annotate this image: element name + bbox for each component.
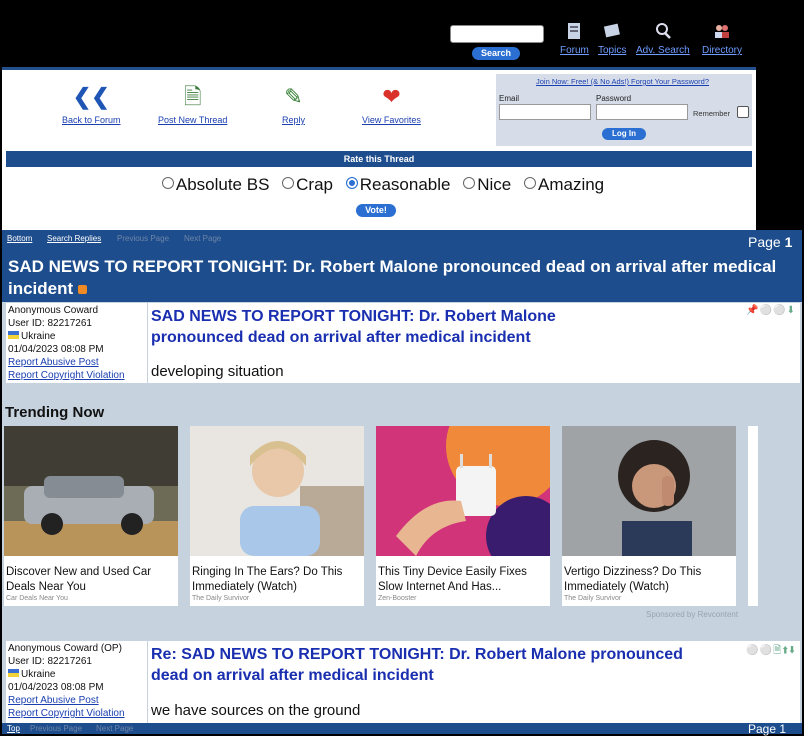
post-action-icons[interactable]: ⚪⚪🗎⬆⬇ bbox=[746, 643, 796, 660]
view-favorites-link[interactable]: View Favorites bbox=[362, 115, 421, 125]
radio-nice[interactable] bbox=[463, 177, 476, 189]
post-new-thread-link[interactable]: Post New Thread bbox=[158, 115, 227, 125]
post-title: SAD NEWS TO REPORT TONIGHT: Dr. Robert M… bbox=[151, 308, 556, 346]
nav-adv-search[interactable]: Adv. Search bbox=[636, 23, 690, 56]
sponsored-label[interactable]: Sponsored by Revcontent bbox=[646, 610, 738, 619]
reply-link[interactable]: Reply bbox=[282, 115, 305, 125]
post-content: Re: SAD NEWS TO REPORT TONIGHT: Dr. Robe… bbox=[148, 641, 800, 723]
report-copyright-link[interactable]: Report Copyright Violation bbox=[8, 370, 125, 381]
user-id: User ID: 82217261 bbox=[8, 656, 92, 667]
rating-options: Absolute BS Crap Reasonable Nice Amazing bbox=[6, 175, 752, 195]
password-label: Password bbox=[596, 94, 632, 103]
post-body: developing situation bbox=[151, 363, 284, 380]
option-label: Nice bbox=[477, 175, 512, 194]
trending-now-label: Trending Now bbox=[5, 404, 105, 421]
post-author: Anonymous Coward (OP) bbox=[8, 643, 122, 654]
forum-icon bbox=[568, 23, 581, 39]
report-abusive-post-link[interactable]: Report Abusive Post bbox=[8, 357, 99, 368]
back-to-forum-link[interactable]: Back to Forum bbox=[62, 115, 121, 125]
remember-label: Remember bbox=[693, 109, 731, 118]
trending-card[interactable]: Ringing In The Ears? Do This Immediately… bbox=[190, 426, 364, 606]
email-field[interactable] bbox=[499, 104, 591, 120]
trending-card[interactable]: Discover New and Used Car Deals Near You… bbox=[4, 426, 178, 606]
trending-card[interactable]: This Tiny Device Easily Fixes Slow Inter… bbox=[376, 386, 566, 606]
nav-topics[interactable]: Topics bbox=[598, 23, 626, 56]
bottom-page-indicator: Page 1 bbox=[748, 722, 787, 736]
back-to-forum-button[interactable]: ❮❮ Back to Forum bbox=[62, 84, 121, 126]
double-chevron-left-icon: ❮❮ bbox=[72, 84, 110, 109]
car-image bbox=[4, 426, 178, 556]
search-button[interactable]: Search bbox=[472, 47, 520, 60]
wifi-device-image bbox=[376, 386, 566, 576]
bottom-link[interactable]: Bottom bbox=[7, 234, 32, 243]
post-user-info: Anonymous Coward (OP) User ID: 82217261 … bbox=[6, 641, 147, 723]
login-button[interactable]: Log In bbox=[602, 128, 646, 140]
remember-checkbox[interactable] bbox=[737, 106, 749, 118]
card-caption[interactable]: Discover New and Used Car Deals Near You bbox=[4, 561, 178, 595]
card-caption[interactable]: Ringing In The Ears? Do This Immediately… bbox=[190, 561, 364, 595]
email-label: Email bbox=[499, 94, 520, 103]
people-icon bbox=[715, 25, 729, 38]
heart-icon: ❤ bbox=[382, 84, 401, 109]
card-source: Zen-Booster bbox=[378, 595, 417, 602]
new-document-icon: 🗎 bbox=[183, 84, 202, 109]
bottom-next-page-link[interactable]: Next Page bbox=[96, 724, 133, 733]
card-source: The Daily Survivor bbox=[192, 595, 250, 602]
reply-button[interactable]: ✎ Reply bbox=[282, 84, 305, 126]
user-id: User ID: 82217261 bbox=[8, 318, 92, 329]
radio-amazing[interactable] bbox=[523, 177, 536, 189]
post-action-icons[interactable]: 📌⚪⚪⬇ bbox=[746, 305, 796, 316]
card-caption[interactable]: This Tiny Device Easily Fixes Slow Inter… bbox=[376, 561, 550, 595]
ukraine-flag-icon bbox=[8, 669, 19, 677]
user-country: Ukraine bbox=[8, 668, 145, 681]
view-favorites-button[interactable]: ❤ View Favorites bbox=[362, 84, 421, 126]
search-replies-link[interactable]: Search Replies bbox=[47, 234, 101, 243]
option-label: Absolute BS bbox=[175, 175, 270, 194]
join-forgot-links[interactable]: Join Now: Free! (& No Ads!) Forgot Your … bbox=[536, 77, 709, 86]
option-label: Crap bbox=[296, 175, 334, 194]
card-source: The Daily Survivor bbox=[564, 595, 622, 602]
previous-page-link[interactable]: Previous Page bbox=[117, 234, 169, 243]
nav-forum[interactable]: Forum bbox=[560, 23, 589, 56]
radio-reasonable[interactable] bbox=[345, 177, 358, 189]
next-page-link[interactable]: Next Page bbox=[184, 234, 221, 243]
radio-absolute-bs[interactable] bbox=[161, 177, 174, 189]
report-copyright-link[interactable]: Report Copyright Violation bbox=[8, 708, 125, 719]
rate-thread-bar: Rate this Thread bbox=[6, 151, 752, 167]
card-source: Car Deals Near You bbox=[6, 595, 68, 602]
panel-top-border bbox=[2, 67, 756, 70]
page-indicator: Page 1 bbox=[748, 234, 793, 250]
post-content: SAD NEWS TO REPORT TONIGHT: Dr. Robert M… bbox=[148, 303, 800, 383]
post-user-info: Anonymous Coward User ID: 82217261 Ukrai… bbox=[6, 303, 147, 383]
reply-pencil-icon: ✎ bbox=[284, 84, 303, 109]
post-new-thread-button[interactable]: 🗎 Post New Thread bbox=[158, 84, 227, 126]
report-abusive-post-link[interactable]: Report Abusive Post bbox=[8, 695, 99, 706]
trending-card[interactable]: Vertigo Dizziness? Do This Immediately (… bbox=[562, 426, 736, 606]
password-field[interactable] bbox=[596, 104, 688, 120]
magnifier-icon bbox=[655, 23, 671, 39]
post-title: Re: SAD NEWS TO REPORT TONIGHT: Dr. Robe… bbox=[151, 646, 683, 684]
vote-button[interactable]: Vote! bbox=[356, 204, 396, 217]
nav-directory[interactable]: Directory bbox=[702, 23, 742, 56]
ukraine-flag-icon bbox=[8, 331, 19, 339]
search-input[interactable] bbox=[450, 25, 544, 43]
post-author: Anonymous Coward bbox=[8, 305, 99, 316]
topics-icon bbox=[604, 23, 621, 38]
post-body: we have sources on the ground bbox=[151, 702, 361, 719]
rss-icon[interactable] bbox=[77, 285, 87, 295]
woman-dizzy-image bbox=[562, 426, 736, 556]
option-label: Amazing bbox=[537, 175, 605, 194]
woman-phone-image bbox=[190, 426, 364, 556]
post-datetime: 01/04/2023 08:08 PM bbox=[8, 682, 104, 693]
option-label: Reasonable bbox=[359, 175, 451, 194]
post-datetime: 01/04/2023 08:08 PM bbox=[8, 344, 104, 355]
bottom-previous-page-link[interactable]: Previous Page bbox=[30, 724, 82, 733]
top-link[interactable]: Top bbox=[7, 724, 20, 733]
trending-card-partial[interactable] bbox=[748, 426, 758, 606]
thread-title: SAD NEWS TO REPORT TONIGHT: Dr. Robert M… bbox=[2, 252, 802, 302]
radio-crap[interactable] bbox=[282, 177, 295, 189]
card-caption[interactable]: Vertigo Dizziness? Do This Immediately (… bbox=[562, 561, 736, 595]
user-country: Ukraine bbox=[8, 330, 145, 343]
